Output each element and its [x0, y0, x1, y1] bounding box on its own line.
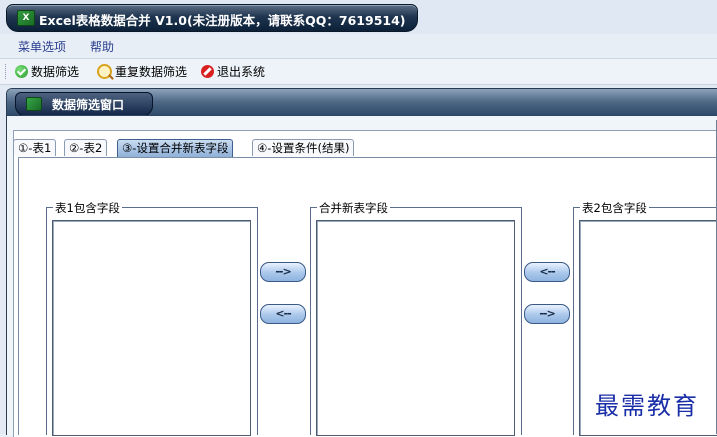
title-bar: X Excel表格数据合并 V1.0(未注册版本，请联系QQ：7619514) [0, 0, 717, 34]
watermark-text: 最需教育 [595, 392, 699, 420]
toolbar-grip[interactable] [5, 64, 8, 79]
data-filter-label: 数据筛选 [31, 64, 80, 79]
menu-help[interactable]: 帮助 [90, 38, 114, 55]
menu-bar: 菜单选项 帮助 [0, 34, 717, 59]
table1-fields-list[interactable] [52, 220, 251, 436]
add-to-merged-button[interactable]: --> [260, 262, 306, 282]
tab-merge-fields[interactable]: ③-设置合并新表字段 [117, 139, 234, 157]
data-filter-button[interactable]: 数据筛选 [15, 62, 79, 80]
group-table2-label: 表2包含字段 [580, 200, 649, 216]
group-table1-label: 表1包含字段 [53, 200, 122, 216]
duplicate-filter-label: 重复数据筛选 [115, 64, 188, 79]
child-window-title: 数据筛选窗口 [52, 98, 125, 112]
check-circle-icon [15, 64, 28, 78]
excel-app-icon: X [17, 10, 35, 26]
remove-to-table2-button[interactable]: --> [524, 304, 570, 324]
add-table2-to-merged-button[interactable]: <-- [524, 262, 570, 282]
merged-fields-list[interactable] [316, 220, 515, 436]
tab-table2[interactable]: ②-表2 [64, 139, 108, 156]
excel-app-icon [26, 97, 42, 111]
tab-conditions[interactable]: ④-设置条件(结果) [252, 139, 355, 156]
menu-options[interactable]: 菜单选项 [18, 38, 66, 55]
remove-from-merged-button[interactable]: <-- [260, 304, 306, 324]
search-icon [97, 63, 112, 79]
stop-icon [201, 64, 214, 78]
child-window-header: 数据筛选窗口 [7, 89, 717, 116]
duplicate-filter-button[interactable]: 重复数据筛选 [97, 62, 187, 80]
tab-table1[interactable]: ①-表1 [13, 139, 57, 156]
exit-button[interactable]: 退出系统 [201, 62, 265, 80]
child-window-title-pill[interactable]: 数据筛选窗口 [15, 92, 153, 116]
exit-label: 退出系统 [217, 64, 266, 79]
group-merged-label: 合并新表字段 [317, 200, 390, 216]
toolbar: 数据筛选 重复数据筛选 退出系统 [0, 59, 717, 85]
window-title: Excel表格数据合并 V1.0(未注册版本，请联系QQ：7619514) [39, 13, 406, 28]
window-title-pill[interactable]: X Excel表格数据合并 V1.0(未注册版本，请联系QQ：7619514) [6, 4, 418, 32]
